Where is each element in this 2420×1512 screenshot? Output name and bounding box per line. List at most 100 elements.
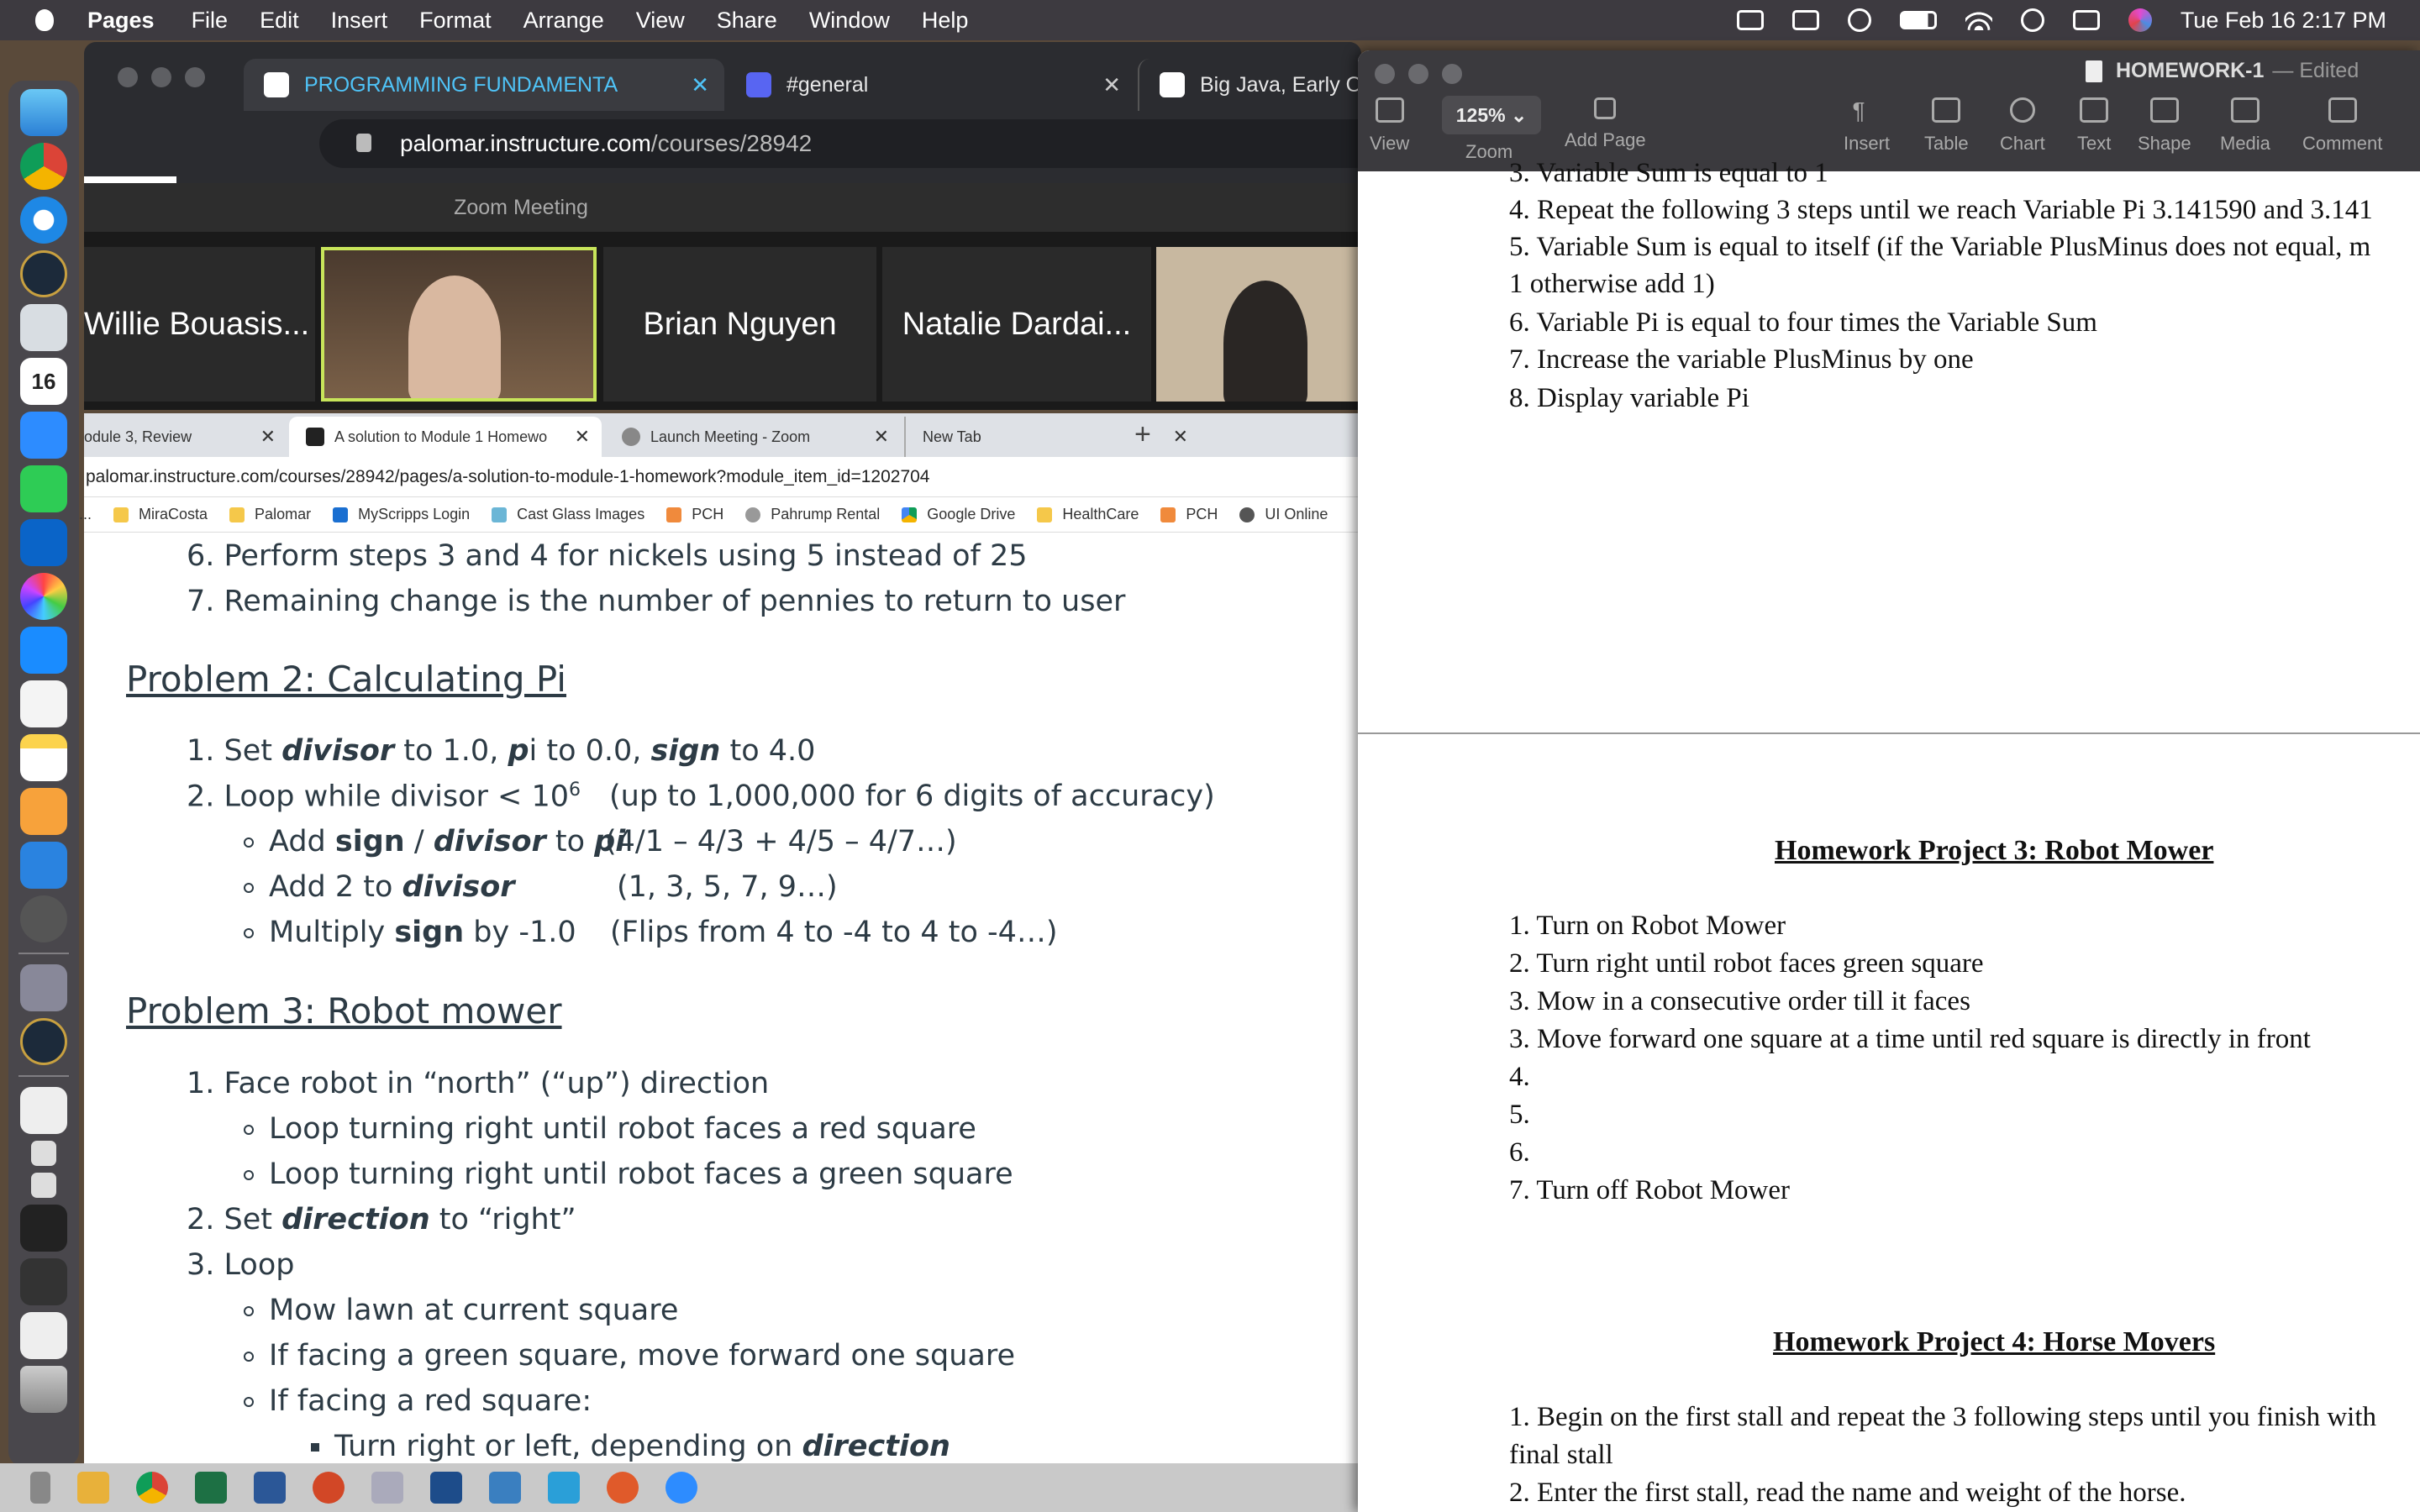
new-tab-button[interactable]: +: [1134, 418, 1151, 451]
battery-icon[interactable]: [1899, 11, 1937, 29]
bookmark-ui-online[interactable]: UI Online: [1239, 506, 1328, 523]
menu-help[interactable]: Help: [922, 8, 969, 34]
league-icon[interactable]: [20, 250, 67, 297]
control-center-icon[interactable]: [2072, 10, 2100, 30]
textedit-icon[interactable]: [20, 680, 67, 727]
preview-icon[interactable]: [20, 964, 67, 1011]
participant-tile[interactable]: Natalie Dardai...: [882, 247, 1151, 402]
bookmark-overflow[interactable]: ...: [79, 506, 92, 523]
zoom-status-icon[interactable]: [1736, 10, 1764, 30]
chart-button[interactable]: Chart: [2000, 97, 2045, 155]
add-page-button[interactable]: Add Page: [1565, 97, 1646, 151]
tab-solution-module-1[interactable]: A solution to Module 1 Homewo ✕: [289, 417, 602, 457]
comment-button[interactable]: Comment: [2302, 97, 2382, 155]
pages-icon[interactable]: [20, 788, 67, 835]
close-tab-icon[interactable]: ✕: [874, 426, 889, 448]
tab-new-tab[interactable]: New Tab ✕: [904, 417, 1200, 457]
chrome-taskbar-icon[interactable]: [136, 1472, 168, 1504]
system-preferences-icon[interactable]: [20, 895, 67, 942]
close-tab-icon[interactable]: ✕: [1102, 72, 1121, 98]
view-button[interactable]: View: [1370, 97, 1409, 155]
document-title[interactable]: HOMEWORK-1 — Edited: [2086, 59, 2359, 83]
zoom-window-button[interactable]: [185, 67, 205, 87]
calendar-icon[interactable]: 16: [20, 358, 67, 405]
minimized-window-icon[interactable]: [20, 1258, 67, 1305]
menu-file[interactable]: File: [192, 8, 229, 34]
menu-format[interactable]: Format: [419, 8, 492, 34]
address-bar[interactable]: palomar.instructure.com/courses/28942: [319, 119, 1412, 168]
menu-insert[interactable]: Insert: [331, 8, 388, 34]
participant-video[interactable]: [1156, 247, 1366, 402]
notes-icon[interactable]: [20, 734, 67, 781]
media-button[interactable]: Media: [2220, 97, 2270, 155]
tab-programming-fundamentals[interactable]: PROGRAMMING FUNDAMENTA ✕: [244, 59, 724, 111]
menu-clock[interactable]: Tue Feb 16 2:17 PM: [2181, 8, 2386, 34]
menu-app-name[interactable]: Pages: [87, 8, 155, 34]
tab-launch-meeting-zoom[interactable]: Launch Meeting - Zoom ✕: [605, 417, 901, 457]
tab-module-3-review[interactable]: odule 3, Review ✕: [67, 417, 287, 457]
league-client-icon[interactable]: [20, 1018, 67, 1065]
zoom-icon[interactable]: [20, 412, 67, 459]
tab-discord-general[interactable]: #general ✕: [726, 59, 1136, 111]
participant-video-active[interactable]: [321, 247, 597, 402]
bookmark-healthcare[interactable]: HealthCare: [1037, 506, 1139, 523]
zoom-select[interactable]: 125% ⌄: [1442, 96, 1541, 134]
excel-icon[interactable]: [195, 1472, 227, 1504]
shape-button[interactable]: Shape: [2138, 97, 2191, 155]
bookmark-pch-2[interactable]: PCH: [1160, 506, 1218, 523]
menu-view[interactable]: View: [636, 8, 685, 34]
file-explorer-icon[interactable]: [77, 1472, 109, 1504]
menu-arrange[interactable]: Arrange: [523, 8, 604, 34]
siri-icon[interactable]: [2128, 8, 2152, 32]
dev-app-icon[interactable]: [430, 1472, 462, 1504]
minimized-window-icon[interactable]: [31, 1141, 56, 1166]
spotlight-search-icon[interactable]: [2020, 8, 2044, 32]
facetime-icon[interactable]: [20, 465, 67, 512]
wifi-icon[interactable]: [1965, 10, 1992, 30]
menu-edit[interactable]: Edit: [260, 8, 299, 34]
l-app-icon[interactable]: [548, 1472, 580, 1504]
bookmark-miracosta[interactable]: MiraCosta: [113, 506, 208, 523]
powerpoint-icon[interactable]: [313, 1472, 345, 1504]
close-tab-icon[interactable]: ✕: [260, 426, 276, 448]
bookmark-pahrump[interactable]: Pahrump Rental: [745, 506, 880, 523]
document-canvas[interactable]: 3. Variable Sum is equal to 1 4. Repeat …: [1358, 158, 2420, 1512]
close-tab-icon[interactable]: ✕: [1173, 426, 1188, 448]
menu-share[interactable]: Share: [717, 8, 777, 34]
minimized-window-icon[interactable]: [20, 1312, 67, 1359]
menu-window[interactable]: Window: [809, 8, 890, 34]
zoom-window-button[interactable]: [1442, 64, 1462, 84]
minimized-window-icon[interactable]: [31, 1173, 56, 1198]
minimized-window-icon[interactable]: [20, 1205, 67, 1252]
participant-tile[interactable]: Willie Bouasis...: [84, 247, 315, 402]
bluetooth-icon[interactable]: [1847, 8, 1871, 32]
word-icon[interactable]: [254, 1472, 286, 1504]
chrome-icon[interactable]: [20, 143, 67, 190]
finder-icon[interactable]: [20, 89, 67, 136]
close-tab-icon[interactable]: ✕: [575, 426, 590, 448]
text-button[interactable]: Text: [2077, 97, 2111, 155]
trash-icon[interactable]: [20, 1366, 67, 1413]
paint-app-icon[interactable]: [607, 1472, 639, 1504]
safari-icon[interactable]: [20, 197, 67, 244]
bookmark-palomar[interactable]: Palomar: [229, 506, 311, 523]
address-bar[interactable]: palomar.instructure.com/courses/28942/pa…: [84, 457, 1361, 497]
photo-app-icon[interactable]: [489, 1472, 521, 1504]
bookmark-cast-glass[interactable]: Cast Glass Images: [492, 506, 644, 523]
outlook-icon[interactable]: [20, 519, 67, 566]
table-button[interactable]: Table: [1924, 97, 1969, 155]
bird-app-taskbar-icon[interactable]: [371, 1472, 403, 1504]
close-tab-icon[interactable]: ✕: [691, 72, 709, 98]
close-window-button[interactable]: [118, 67, 138, 87]
keynote-icon[interactable]: [20, 842, 67, 889]
minimize-window-button[interactable]: [151, 67, 171, 87]
minimize-window-button[interactable]: [1408, 64, 1428, 84]
close-window-button[interactable]: [1375, 64, 1395, 84]
insert-button[interactable]: ¶ Insert: [1844, 97, 1890, 155]
bird-app-icon[interactable]: [20, 304, 67, 351]
photos-icon[interactable]: [20, 573, 67, 620]
screen-icon[interactable]: [1791, 10, 1819, 30]
apple-icon[interactable]: [35, 9, 54, 31]
document-icon[interactable]: [20, 1087, 67, 1134]
participant-tile[interactable]: Brian Nguyen: [603, 247, 876, 402]
